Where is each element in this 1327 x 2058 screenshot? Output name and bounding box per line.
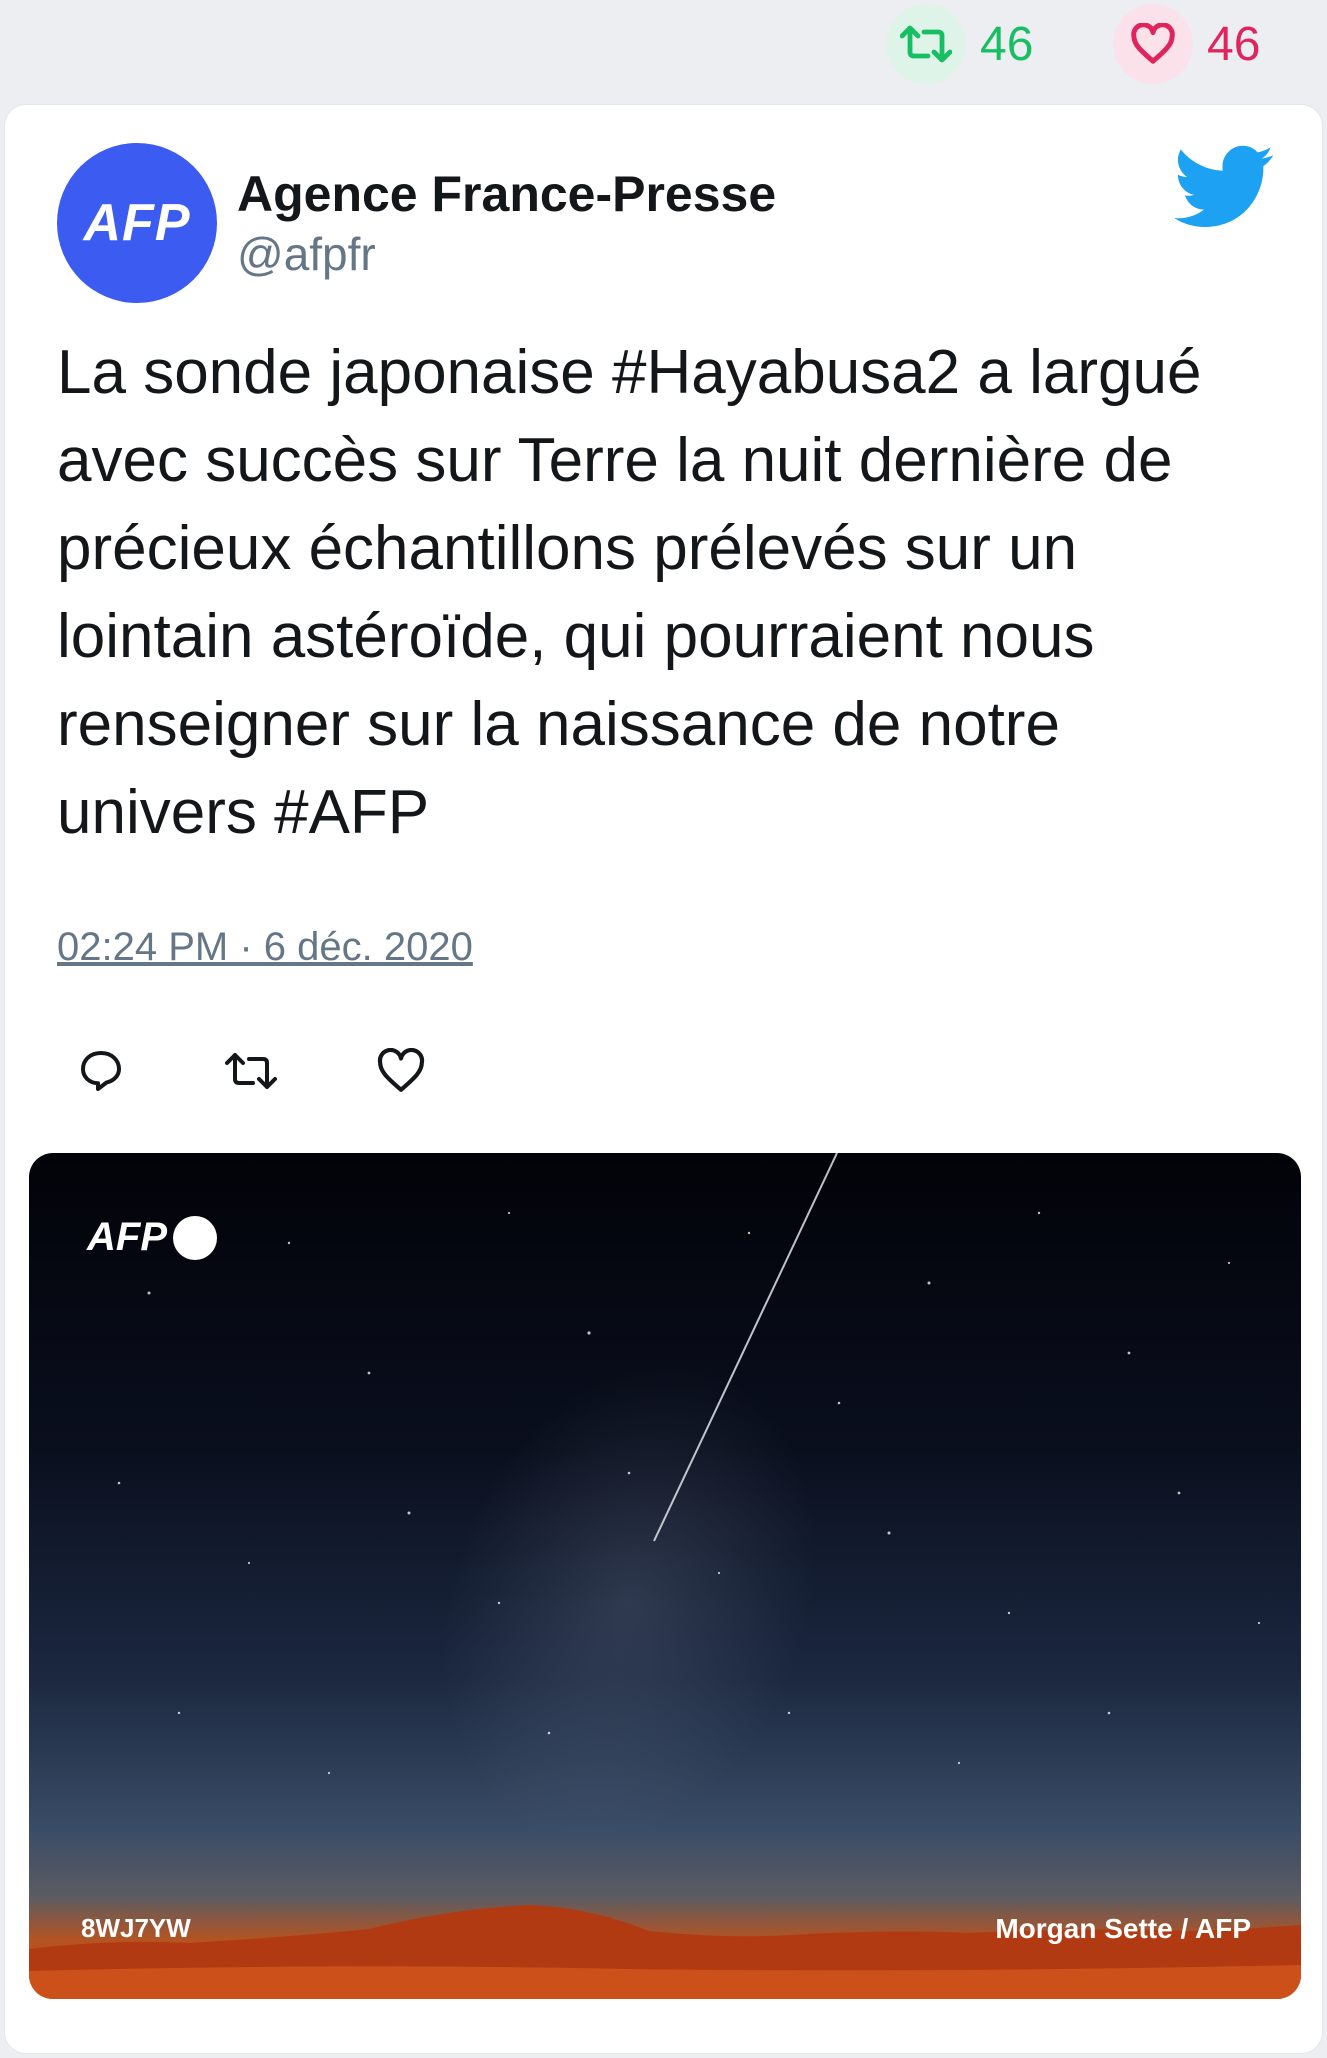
retweet-icon[interactable]	[886, 4, 966, 84]
photo-code: 8WJ7YW	[81, 1913, 191, 1943]
tweet-photo[interactable]: AFP 8WJ7YW Morgan Sette / AFP	[29, 1153, 1301, 1999]
tweet-actions	[75, 1045, 525, 1097]
author-handle[interactable]: @afpfr	[237, 227, 376, 281]
photo-credit: Morgan Sette / AFP	[995, 1913, 1251, 1944]
star-field	[117, 1153, 1261, 1775]
reply-icon[interactable]	[75, 1045, 127, 1097]
avatar[interactable]: AFP	[57, 143, 217, 303]
author-name[interactable]: Agence France-Presse	[237, 165, 776, 223]
afp-watermark-logo: AFP	[87, 1215, 217, 1260]
retweet-count: 46	[980, 17, 1034, 71]
top-stats-bar: 46 46	[0, 0, 1327, 100]
twitter-bird-icon[interactable]	[1175, 145, 1275, 229]
tweet-card: AFP Agence France-Presse @afpfr La sonde…	[4, 104, 1323, 2054]
tweet-timestamp[interactable]: 02:24 PM · 6 déc. 2020	[57, 925, 473, 970]
tweet-text: La sonde japonaise #Hayabusa2 a largué a…	[57, 338, 1202, 847]
like-action-icon[interactable]	[375, 1045, 427, 1097]
meteor-streak	[653, 1153, 838, 1542]
like-count: 46	[1207, 17, 1261, 71]
afp-watermark-text: AFP	[87, 1215, 167, 1259]
retweet-action-icon[interactable]	[225, 1045, 277, 1097]
afp-logo-dot	[173, 1215, 217, 1260]
heart-icon[interactable]	[1113, 4, 1193, 84]
retweet-stat[interactable]: 46	[886, 4, 1033, 84]
like-stat[interactable]: 46	[1113, 4, 1260, 84]
